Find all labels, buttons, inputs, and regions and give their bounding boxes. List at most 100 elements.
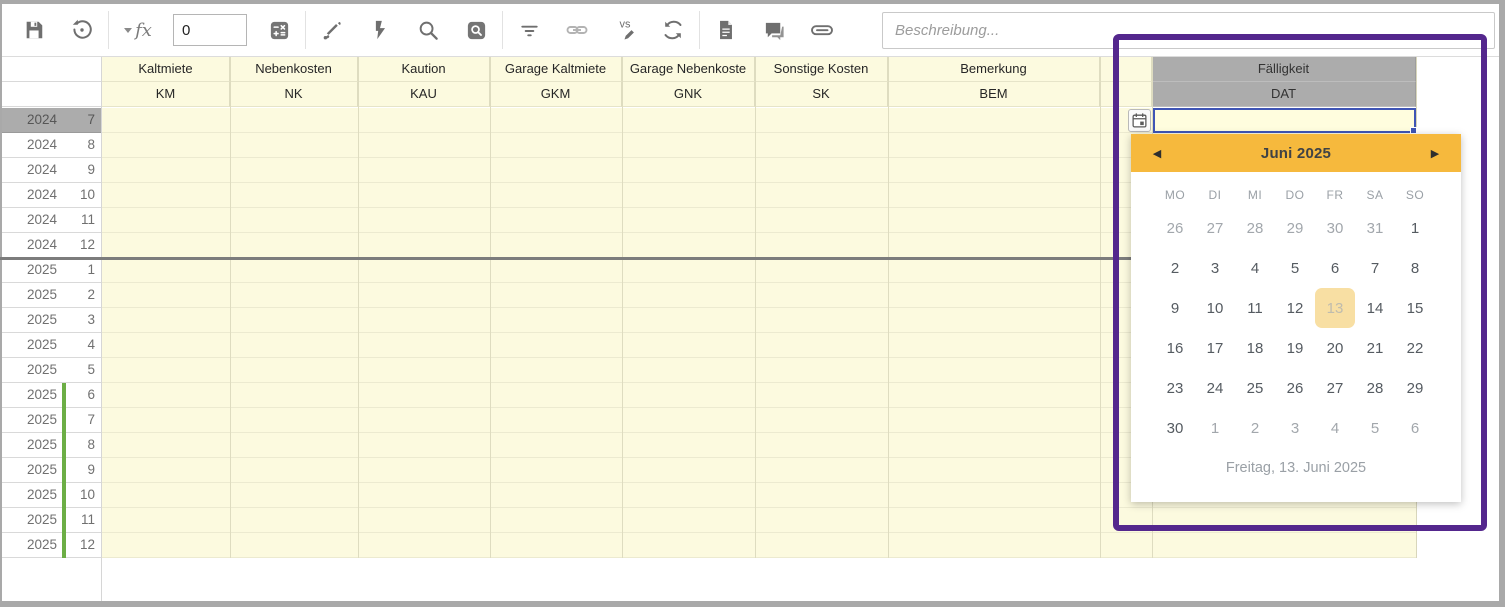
history-button[interactable] bbox=[58, 9, 106, 51]
calendar-day[interactable]: 19 bbox=[1275, 328, 1315, 368]
calendar-day[interactable]: 24 bbox=[1195, 368, 1235, 408]
row-header-month[interactable]: 7 bbox=[65, 108, 102, 133]
column-code[interactable]: GNK bbox=[622, 82, 755, 107]
row-header-month[interactable]: 6 bbox=[65, 383, 102, 408]
calendar-day[interactable]: 15 bbox=[1395, 288, 1435, 328]
row-header-year[interactable]: 2025 bbox=[0, 333, 66, 358]
calendar-day[interactable]: 3 bbox=[1195, 248, 1235, 288]
search-button[interactable] bbox=[404, 9, 452, 51]
calendar-day[interactable]: 29 bbox=[1275, 208, 1315, 248]
column-header[interactable]: Garage Kaltmiete bbox=[490, 57, 622, 82]
row-header-year[interactable]: 2025 bbox=[0, 483, 66, 508]
calendar-day[interactable]: 18 bbox=[1235, 328, 1275, 368]
row-header-month[interactable]: 8 bbox=[65, 433, 102, 458]
calendar-day[interactable]: 21 bbox=[1355, 328, 1395, 368]
row-header-year[interactable]: 2024 bbox=[0, 233, 66, 258]
calendar-day[interactable]: 8 bbox=[1395, 248, 1435, 288]
calendar-day[interactable]: 2 bbox=[1235, 408, 1275, 448]
column-code[interactable]: NK bbox=[230, 82, 358, 107]
column-code[interactable]: BEM bbox=[888, 82, 1100, 107]
row-header-year[interactable]: 2025 bbox=[0, 508, 66, 533]
calendar-day[interactable]: 30 bbox=[1155, 408, 1195, 448]
calendar-day[interactable]: 26 bbox=[1155, 208, 1195, 248]
row-header-month[interactable]: 12 bbox=[65, 233, 102, 258]
row-header-month[interactable]: 9 bbox=[65, 458, 102, 483]
formula-input[interactable] bbox=[173, 14, 247, 46]
row-header-year[interactable]: 2024 bbox=[0, 183, 66, 208]
row-header-year[interactable]: 2025 bbox=[0, 258, 66, 283]
fill-handle[interactable] bbox=[1410, 127, 1417, 134]
calendar-day[interactable]: 17 bbox=[1195, 328, 1235, 368]
calendar-day[interactable]: 1 bbox=[1395, 208, 1435, 248]
calendar-day[interactable]: 7 bbox=[1355, 248, 1395, 288]
calendar-day[interactable]: 5 bbox=[1275, 248, 1315, 288]
row-header-month[interactable]: 3 bbox=[65, 308, 102, 333]
column-code[interactable]: DAT bbox=[1152, 82, 1416, 107]
calendar-day[interactable]: 16 bbox=[1155, 328, 1195, 368]
calendar-day[interactable]: 3 bbox=[1275, 408, 1315, 448]
table-row[interactable] bbox=[102, 533, 1416, 558]
calendar-day[interactable]: 6 bbox=[1315, 248, 1355, 288]
calendar-day[interactable]: 27 bbox=[1315, 368, 1355, 408]
row-header-month[interactable]: 8 bbox=[65, 133, 102, 158]
row-header-month[interactable]: 11 bbox=[65, 208, 102, 233]
next-month-icon[interactable]: ▶ bbox=[1425, 147, 1445, 160]
row-header-year[interactable]: 2025 bbox=[0, 358, 66, 383]
calculator-button[interactable] bbox=[255, 9, 303, 51]
row-header-year[interactable]: 2024 bbox=[0, 108, 66, 133]
brush-button[interactable] bbox=[308, 9, 356, 51]
column-code[interactable]: GKM bbox=[490, 82, 622, 107]
comment-button[interactable] bbox=[750, 9, 798, 51]
row-header-month[interactable]: 10 bbox=[65, 483, 102, 508]
table-row[interactable] bbox=[102, 508, 1416, 533]
save-button[interactable] bbox=[10, 9, 58, 51]
column-code[interactable] bbox=[1100, 82, 1152, 107]
calendar-day[interactable]: 30 bbox=[1315, 208, 1355, 248]
row-header-year[interactable]: 2025 bbox=[0, 433, 66, 458]
row-header-year[interactable]: 2025 bbox=[0, 533, 66, 558]
row-header-year[interactable]: 2024 bbox=[0, 158, 66, 183]
vs-edit-button[interactable]: vs bbox=[601, 9, 649, 51]
calendar-day[interactable]: 5 bbox=[1355, 408, 1395, 448]
calendar-day[interactable]: 31 bbox=[1355, 208, 1395, 248]
calendar-day[interactable]: 6 bbox=[1395, 408, 1435, 448]
column-header[interactable]: Kaltmiete bbox=[102, 57, 230, 82]
filter-button[interactable] bbox=[505, 9, 553, 51]
row-header-year[interactable]: 2024 bbox=[0, 208, 66, 233]
column-header[interactable]: Kaution bbox=[358, 57, 490, 82]
row-header-month[interactable]: 11 bbox=[65, 508, 102, 533]
calendar-day[interactable]: 20 bbox=[1315, 328, 1355, 368]
column-header[interactable]: Fälligkeit bbox=[1152, 57, 1416, 82]
calendar-day[interactable]: 11 bbox=[1235, 288, 1275, 328]
row-header-month[interactable]: 7 bbox=[65, 408, 102, 433]
calendar-day[interactable]: 25 bbox=[1235, 368, 1275, 408]
row-header-month[interactable]: 5 bbox=[65, 358, 102, 383]
refresh-button[interactable] bbox=[649, 9, 697, 51]
lightning-button[interactable] bbox=[356, 9, 404, 51]
calendar-day[interactable]: 2 bbox=[1155, 248, 1195, 288]
column-header[interactable] bbox=[1100, 57, 1152, 82]
column-header[interactable]: Bemerkung bbox=[888, 57, 1100, 82]
row-header-month[interactable]: 10 bbox=[65, 183, 102, 208]
calendar-day[interactable]: 23 bbox=[1155, 368, 1195, 408]
calendar-day[interactable]: 1 bbox=[1195, 408, 1235, 448]
calendar-day[interactable]: 22 bbox=[1395, 328, 1435, 368]
row-header-year[interactable]: 2025 bbox=[0, 408, 66, 433]
calendar-day[interactable]: 27 bbox=[1195, 208, 1235, 248]
column-code[interactable]: KM bbox=[102, 82, 230, 107]
calendar-day[interactable]: 28 bbox=[1235, 208, 1275, 248]
calendar-day[interactable]: 4 bbox=[1235, 248, 1275, 288]
row-header-year[interactable]: 2025 bbox=[0, 383, 66, 408]
formula-dropdown[interactable]: fx bbox=[111, 9, 165, 51]
column-header[interactable]: Nebenkosten bbox=[230, 57, 358, 82]
attachment-button[interactable] bbox=[798, 9, 846, 51]
calendar-day[interactable]: 9 bbox=[1155, 288, 1195, 328]
link-button[interactable] bbox=[553, 9, 601, 51]
row-header-month[interactable]: 4 bbox=[65, 333, 102, 358]
calendar-day[interactable]: 26 bbox=[1275, 368, 1315, 408]
prev-month-icon[interactable]: ◀ bbox=[1147, 147, 1167, 160]
calendar-day-selected[interactable]: 13 bbox=[1315, 288, 1355, 328]
row-header-month[interactable]: 9 bbox=[65, 158, 102, 183]
calendar-day[interactable]: 28 bbox=[1355, 368, 1395, 408]
row-header-month[interactable]: 1 bbox=[65, 258, 102, 283]
